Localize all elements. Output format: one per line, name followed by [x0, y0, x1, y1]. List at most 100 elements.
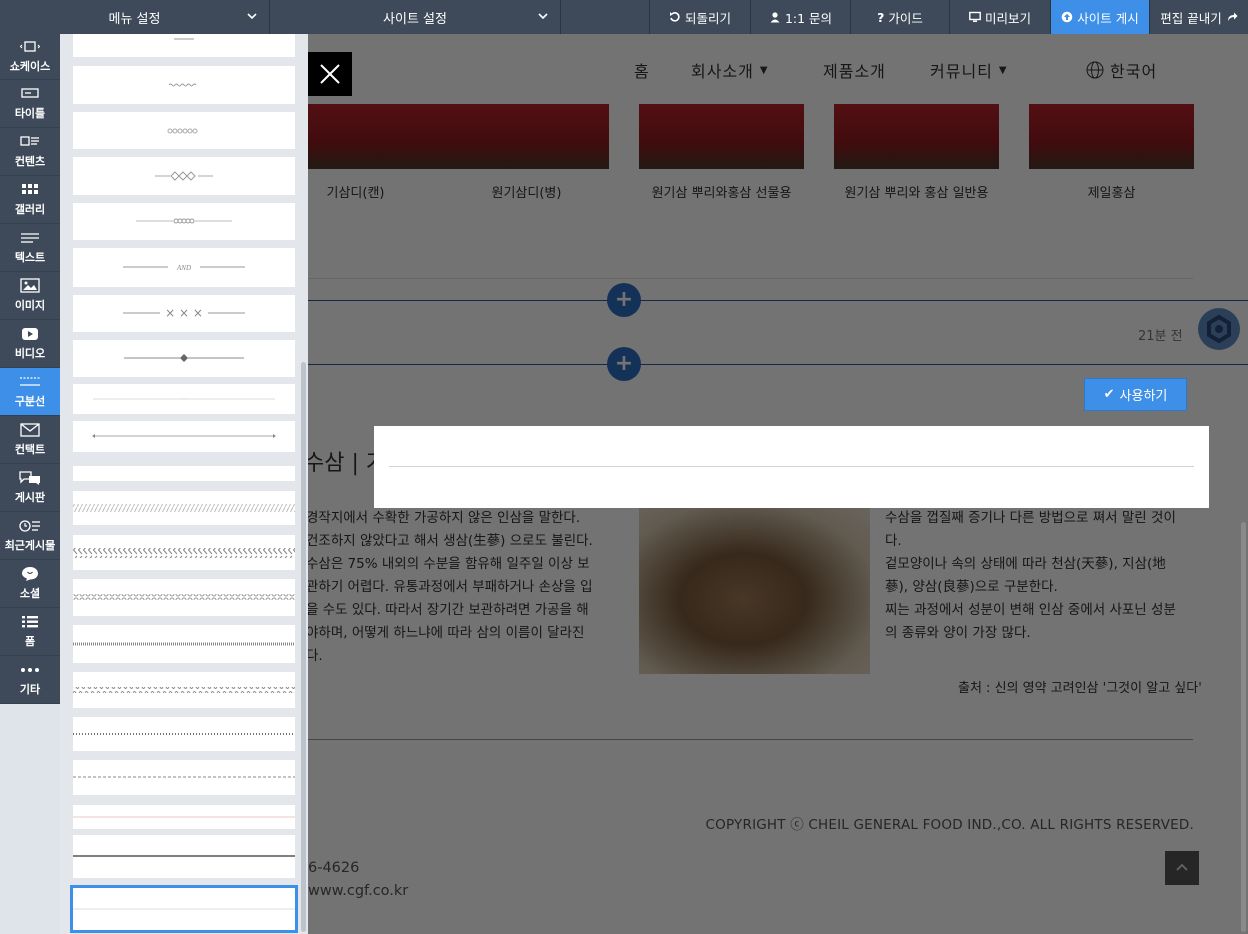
divider-option[interactable]: [73, 34, 295, 57]
menu-settings-dropdown[interactable]: 메뉴 설정: [0, 0, 270, 34]
add-section-button[interactable]: +: [607, 283, 641, 317]
article-left-text: 경작지에서 수확한 가공하지 않은 인삼을 말한다. 건조하지 않았다고 해서 …: [308, 507, 606, 668]
clock-list-icon: [19, 520, 40, 532]
article-line: 蔘), 양삼(良蔘)으로 구분한다.: [885, 579, 1058, 595]
product-caption: 원기삼디(병): [491, 186, 562, 201]
publish-label: 사이트 게시: [1077, 10, 1139, 26]
sidebar-item-gallery[interactable]: 갤러리: [0, 176, 60, 224]
divider-option[interactable]: AND: [73, 248, 295, 287]
product-image[interactable]: [639, 104, 804, 169]
site-preview: 홈 회사소개 ▼ 제품소개 커뮤니티 ▼ 한국어 기삼디(캔) 원기삼디(병) 원기…: [308, 34, 1248, 934]
divider-tiny-label: · · ·: [181, 396, 187, 401]
contents-icon: [20, 136, 39, 146]
product-image[interactable]: [444, 104, 609, 169]
sidebar-item-label: 비디오: [14, 347, 46, 360]
divider-option[interactable]: [73, 805, 295, 829]
divider-option[interactable]: [73, 340, 295, 377]
nav-home[interactable]: 홈: [634, 58, 650, 82]
divider-option[interactable]: [73, 203, 295, 240]
add-section-button[interactable]: +: [607, 347, 641, 381]
product-caption: 원기삼 뿌리와홍삼 선물용: [651, 186, 792, 201]
article-line: 수삼은 75% 내외의 수분을 함유해 일주일 이상 보: [308, 556, 590, 572]
monitor-icon: [969, 11, 981, 22]
showcase-icon: [19, 41, 41, 52]
divider-option[interactable]: [73, 535, 295, 570]
sidebar-item-video[interactable]: 비디오: [0, 320, 60, 368]
sidebar-item-contents[interactable]: 컨텐츠: [0, 128, 60, 176]
divider-option[interactable]: [73, 421, 295, 452]
sidebar-item-more[interactable]: 기타: [0, 656, 60, 704]
ginseng-photo: [639, 508, 870, 674]
divider-option[interactable]: × × ×: [73, 295, 295, 332]
divider-style-panel: AND × × × · · ·: [60, 34, 308, 934]
divider-option[interactable]: [73, 112, 295, 149]
article-line: 다.: [885, 533, 902, 549]
article-line: 다.: [308, 648, 323, 664]
guide-button[interactable]: ? 가이드: [850, 0, 949, 34]
divider-option[interactable]: [73, 760, 295, 795]
more-icon: [21, 668, 39, 672]
sidebar-item-board[interactable]: 게시판: [0, 464, 60, 512]
close-panel-button[interactable]: [308, 52, 352, 96]
product-image[interactable]: [834, 104, 999, 169]
page-scrollbar[interactable]: [1241, 522, 1246, 932]
preview-button[interactable]: 미리보기: [949, 0, 1050, 34]
nav-community-label: 커뮤니티: [930, 62, 993, 81]
divider-option[interactable]: [73, 579, 295, 616]
use-divider-button[interactable]: ✔ 사용하기: [1084, 378, 1187, 411]
scroll-to-top-button[interactable]: [1165, 851, 1199, 885]
nav-products[interactable]: 제품소개: [823, 58, 886, 82]
sidebar-item-title[interactable]: 타이틀: [0, 80, 60, 128]
divider-option[interactable]: [73, 672, 295, 708]
undo-button[interactable]: 되돌리기: [649, 0, 750, 34]
divider-and-label: AND: [176, 264, 191, 272]
language-selector[interactable]: 한국어: [1086, 58, 1157, 82]
nav-community[interactable]: 커뮤니티 ▼: [930, 58, 1008, 82]
close-icon: [320, 64, 340, 84]
sidebar-item-divider[interactable]: 구분선: [0, 368, 60, 416]
sidebar-item-text[interactable]: 텍스트: [0, 224, 60, 272]
preview-divider-line: [389, 466, 1194, 467]
product-image[interactable]: [1029, 104, 1194, 169]
chevron-down-icon: [538, 13, 548, 20]
caret-down-icon: ▼: [759, 64, 769, 76]
product-caption: 제일홍삼: [1087, 186, 1136, 201]
sidebar-item-recent-posts[interactable]: 최근게시물: [0, 512, 60, 560]
image-icon: [20, 278, 40, 293]
footer-divider: [308, 739, 1193, 740]
article-line: 경작지에서 수확한 가공하지 않은 인삼을 말한다.: [308, 510, 581, 526]
divider-option[interactable]: [73, 491, 295, 525]
inquiry-button[interactable]: 1:1 문의: [750, 0, 850, 34]
product-image[interactable]: [308, 104, 463, 169]
finish-editing-button[interactable]: 편집 끝내기: [1149, 0, 1248, 34]
divider-option[interactable]: · · ·: [73, 384, 295, 414]
sidebar-item-social[interactable]: 소셜: [0, 560, 60, 608]
sidebar-item-showcase[interactable]: 쇼케이스: [0, 34, 60, 80]
social-icon: [22, 567, 38, 581]
section-settings-button[interactable]: [1198, 308, 1240, 350]
top-toolbar: 메뉴 설정 사이트 설정 되돌리기 1:1 문의 ? 가이드 미리보기 사이트 …: [0, 0, 1248, 34]
divider-option[interactable]: [73, 66, 295, 104]
upload-circle-icon: [1061, 11, 1073, 23]
product-caption: 원기삼 뿌리와 홍삼 일반용: [844, 186, 989, 201]
plus-icon: +: [614, 287, 634, 312]
divider-option[interactable]: [73, 625, 295, 663]
divider-option-selected[interactable]: [70, 885, 298, 933]
sidebar-item-label: 구분선: [14, 395, 46, 408]
sidebar-item-form[interactable]: 폼: [0, 608, 60, 656]
publish-button[interactable]: 사이트 게시: [1050, 0, 1149, 34]
sidebar-item-image[interactable]: 이미지: [0, 272, 60, 320]
nav-about[interactable]: 회사소개 ▼: [691, 58, 769, 82]
sidebar-item-contact[interactable]: 컨택트: [0, 416, 60, 464]
panel-scrollbar[interactable]: [301, 362, 306, 932]
guide-label: 가이드: [888, 10, 923, 26]
divider-option[interactable]: [73, 466, 295, 481]
plus-icon: +: [614, 351, 634, 376]
site-settings-dropdown[interactable]: 사이트 설정: [270, 0, 561, 34]
divider-option[interactable]: [73, 157, 295, 195]
sidebar-item-label: 이미지: [14, 299, 46, 312]
sidebar-item-label: 텍스트: [14, 251, 46, 264]
divider-option[interactable]: [73, 717, 295, 751]
share-arrow-icon: [1227, 12, 1238, 21]
divider-option[interactable]: [73, 835, 295, 878]
